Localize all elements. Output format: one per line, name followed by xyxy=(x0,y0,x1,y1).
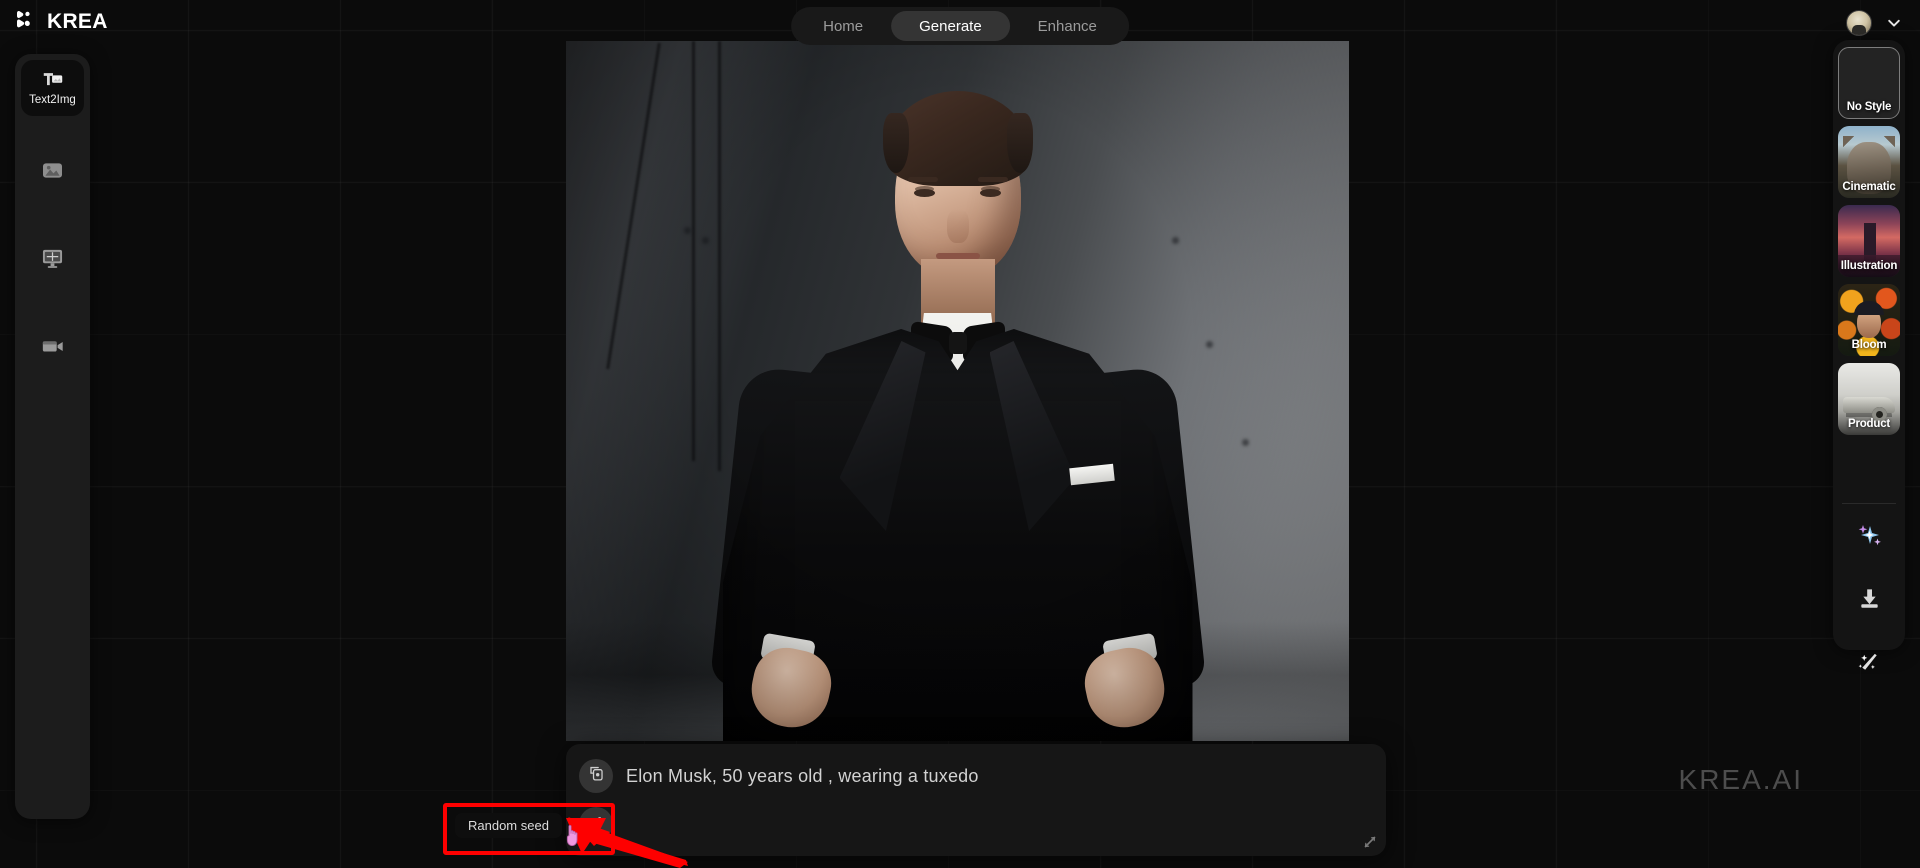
avatar[interactable] xyxy=(1846,10,1872,36)
tool-rail: Text2Img Image xyxy=(15,54,90,819)
tab-home[interactable]: Home xyxy=(795,11,891,41)
krea-logo-icon xyxy=(14,10,36,34)
realtime-monitor-icon xyxy=(40,247,66,269)
upload-image-button[interactable] xyxy=(579,759,613,793)
rail-item-image[interactable]: Image xyxy=(21,142,84,198)
image-icon xyxy=(40,159,66,181)
rail-item-realtime[interactable]: Realtime xyxy=(21,230,84,286)
prompt-bar[interactable]: Elon Musk, 50 years old , wearing a tuxe… xyxy=(566,744,1386,856)
rail-label-text2img: Text2Img xyxy=(29,93,76,106)
rail-item-text2img[interactable]: Text2Img xyxy=(21,60,84,116)
photo-vignette xyxy=(566,41,1349,741)
rail-item-video[interactable]: Video xyxy=(21,318,84,374)
style-card-bloom[interactable]: Bloom xyxy=(1838,284,1900,356)
top-nav: Home Generate Enhance xyxy=(791,7,1129,45)
magic-wand-button[interactable] xyxy=(1852,648,1886,682)
style-card-illustration[interactable]: Illustration xyxy=(1838,205,1900,277)
style-list: No Style Cinematic Illustration Bloom Pr… xyxy=(1838,47,1900,435)
resize-handle-icon[interactable] xyxy=(1362,834,1378,850)
tab-generate[interactable]: Generate xyxy=(891,11,1010,41)
upload-image-icon xyxy=(588,765,605,787)
brand-name: KREA xyxy=(47,10,108,33)
photo xyxy=(566,41,1349,741)
download-icon xyxy=(1857,586,1882,616)
enhance-button[interactable] xyxy=(1852,520,1886,554)
watermark: KREA.AI xyxy=(1678,764,1803,795)
sparkles-icon xyxy=(1855,521,1883,554)
generated-image[interactable] xyxy=(566,41,1349,741)
style-label: Illustration xyxy=(1840,260,1898,272)
krea-app-window: KREA Text2Img Image xyxy=(0,0,1920,868)
chevron-down-icon[interactable] xyxy=(1886,15,1902,31)
style-label: No Style xyxy=(1846,101,1892,113)
style-card-product[interactable]: Product xyxy=(1838,363,1900,435)
tab-enhance[interactable]: Enhance xyxy=(1010,11,1125,41)
video-camera-icon xyxy=(40,335,66,357)
style-label: Cinematic xyxy=(1842,181,1896,193)
style-label: Product xyxy=(1847,418,1891,430)
random-seed-button[interactable] xyxy=(579,807,613,841)
text-to-image-icon xyxy=(40,70,66,92)
magic-wand-icon xyxy=(1857,650,1882,680)
subject-bowtie-knot xyxy=(948,332,967,354)
style-card-cinematic[interactable]: Cinematic xyxy=(1838,126,1900,198)
style-label: Bloom xyxy=(1851,339,1887,351)
panel-actions xyxy=(1833,520,1905,682)
seedling-seed-icon xyxy=(587,813,605,836)
user-area xyxy=(1846,10,1902,36)
style-card-no-style[interactable]: No Style xyxy=(1838,47,1900,119)
download-button[interactable] xyxy=(1852,584,1886,618)
brand[interactable]: KREA xyxy=(14,10,108,34)
panel-divider xyxy=(1842,503,1896,504)
prompt-input[interactable]: Elon Musk, 50 years old , wearing a tuxe… xyxy=(626,766,979,787)
right-panel: No Style Cinematic Illustration Bloom Pr… xyxy=(1833,40,1905,670)
random-seed-tooltip: Random seed xyxy=(455,813,562,838)
